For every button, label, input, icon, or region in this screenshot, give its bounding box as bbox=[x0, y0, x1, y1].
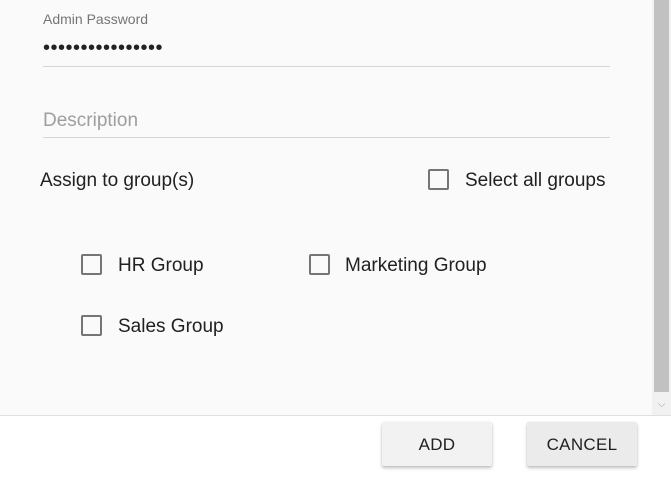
add-admin-dialog: Admin Password •••••••••••••••• Descript… bbox=[0, 0, 671, 478]
admin-password-label: Admin Password bbox=[43, 11, 149, 27]
select-all-groups-checkbox[interactable] bbox=[428, 169, 449, 190]
admin-password-underline bbox=[43, 66, 610, 67]
marketing-group-label[interactable]: Marketing Group bbox=[345, 255, 487, 277]
scrollbar-thumb[interactable] bbox=[654, 0, 669, 392]
marketing-group-checkbox[interactable] bbox=[309, 254, 330, 275]
dialog-content: Admin Password •••••••••••••••• Descript… bbox=[0, 0, 652, 415]
cancel-button[interactable]: CANCEL bbox=[527, 422, 637, 466]
scroll-down-arrow-icon[interactable]: ⌵ bbox=[652, 396, 671, 415]
assign-groups-label: Assign to group(s) bbox=[40, 170, 195, 191]
dialog-footer: ADD CANCEL bbox=[0, 415, 671, 478]
hr-group-label[interactable]: HR Group bbox=[118, 255, 204, 277]
description-underline bbox=[43, 137, 610, 138]
sales-group-label[interactable]: Sales Group bbox=[118, 316, 224, 338]
hr-group-checkbox[interactable] bbox=[81, 254, 102, 275]
admin-password-input[interactable]: •••••••••••••••• bbox=[43, 36, 163, 60]
sales-group-checkbox[interactable] bbox=[81, 315, 102, 336]
add-button[interactable]: ADD bbox=[382, 422, 492, 466]
description-input[interactable]: Description bbox=[43, 110, 138, 132]
vertical-scrollbar[interactable]: ⌵ bbox=[652, 0, 671, 415]
select-all-groups-label[interactable]: Select all groups bbox=[465, 170, 605, 192]
